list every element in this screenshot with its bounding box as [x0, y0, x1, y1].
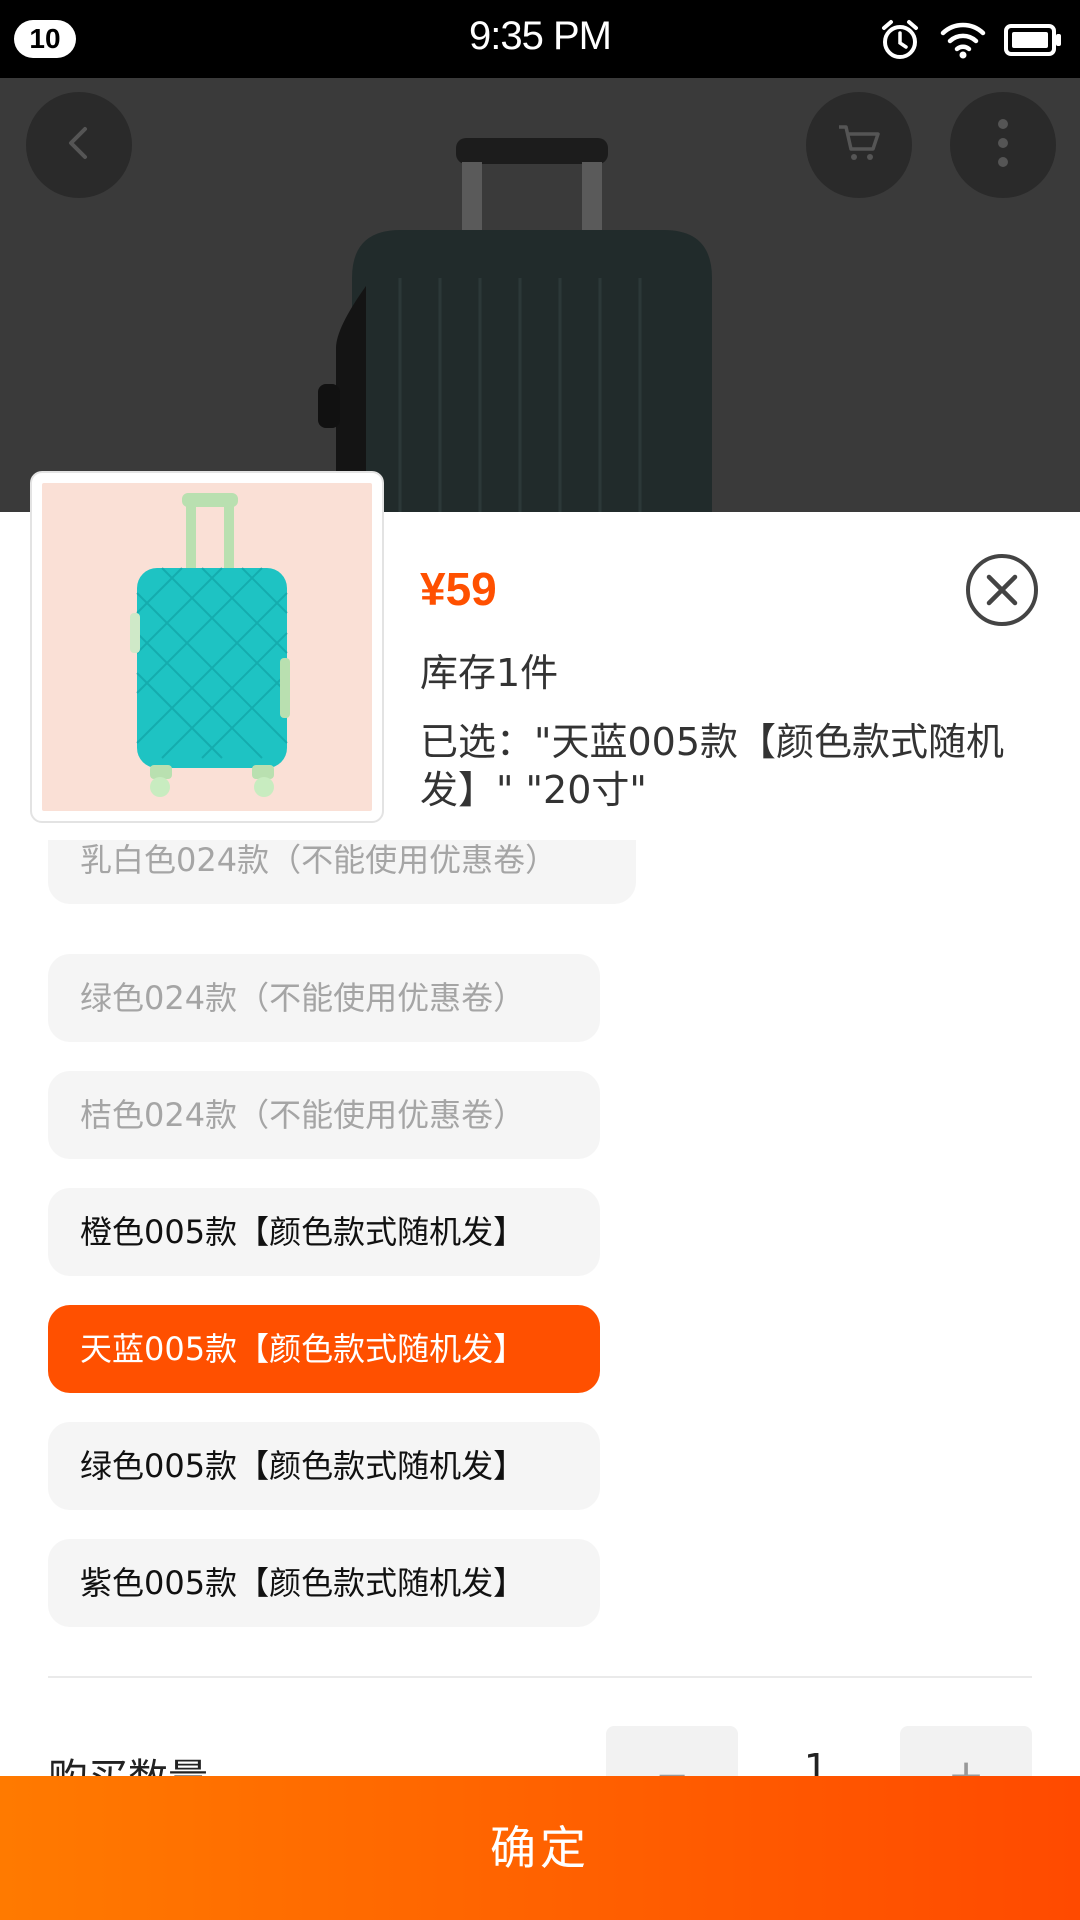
suitcase-image	[130, 493, 290, 797]
sku-thumbnail	[30, 471, 384, 823]
close-button[interactable]	[964, 552, 1040, 628]
sku-price: ¥59	[420, 563, 497, 615]
quantity-value[interactable]: 1	[756, 1746, 876, 1776]
status-icons	[878, 18, 1062, 62]
option-chip-milk-white-024[interactable]: 乳白色024款（不能使用优惠卷）	[48, 840, 636, 904]
quantity-increment-button[interactable]: +	[900, 1726, 1032, 1776]
option-list[interactable]: 乳白色024款（不能使用优惠卷） 绿色024款（不能使用优惠卷） 桔色024款（…	[48, 840, 1032, 1632]
close-icon	[964, 554, 1040, 632]
option-chip-green-005[interactable]: 绿色005款【颜色款式随机发】	[48, 1422, 600, 1510]
divider	[48, 1676, 1032, 1678]
battery-icon	[1004, 23, 1062, 57]
quantity-decrement-button[interactable]: −	[606, 1726, 738, 1776]
option-chip-sky-blue-005[interactable]: 天蓝005款【颜色款式随机发】	[48, 1305, 600, 1393]
confirm-button[interactable]: 确定	[0, 1776, 1080, 1920]
option-chip-green-024[interactable]: 绿色024款（不能使用优惠卷）	[48, 954, 600, 1042]
more-icon	[997, 118, 1009, 172]
product-photo	[318, 138, 712, 512]
selected-sku-text: 已选："天蓝005款【颜色款式随机发】" "20寸"	[420, 720, 1005, 812]
option-chip-orange-005[interactable]: 橙色005款【颜色款式随机发】	[48, 1188, 600, 1276]
back-button[interactable]	[26, 92, 132, 198]
cart-icon	[836, 123, 882, 167]
status-bar: 10 9:35 PM	[0, 0, 1080, 78]
quantity-row: 购买数量 − 1 +	[0, 1680, 1080, 1776]
sku-stock: 库存1件	[420, 651, 559, 695]
option-chip-purple-005[interactable]: 紫色005款【颜色款式随机发】	[48, 1539, 600, 1627]
product-image-backdrop	[0, 78, 1080, 512]
wifi-icon	[940, 20, 986, 60]
quantity-label: 购买数量	[48, 1746, 208, 1776]
option-chip-orange-024[interactable]: 桔色024款（不能使用优惠卷）	[48, 1071, 600, 1159]
back-icon	[59, 123, 99, 167]
more-button[interactable]	[950, 92, 1056, 198]
cart-button[interactable]	[806, 92, 912, 198]
alarm-icon	[878, 18, 922, 62]
